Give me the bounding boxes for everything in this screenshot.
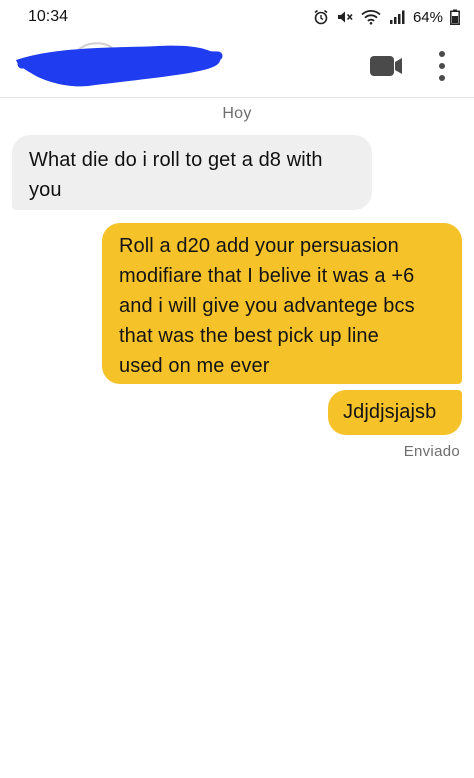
message-line: What die do i roll to get a d8 with <box>29 149 323 171</box>
battery-icon <box>450 9 460 25</box>
date-separator: Hoy <box>222 105 252 122</box>
message-line: modifiare that I belive it was a +6 <box>119 265 415 287</box>
wifi-icon <box>361 9 381 25</box>
sent-status: Enviado <box>403 443 460 460</box>
message-line: Roll a d20 add your persuasion <box>119 235 399 257</box>
outgoing-message-bubble[interactable]: Jdjdjsjajsb <box>328 390 462 435</box>
outgoing-message-bubble[interactable]: Roll a d20 add your persuasion modifiare… <box>102 223 462 384</box>
battery-percent: 64% <box>412 8 443 26</box>
chat-header <box>0 34 474 98</box>
message-line: that was the best pick up line <box>119 325 379 347</box>
more-options-icon <box>439 51 445 81</box>
status-bar: 10:34 64% <box>0 0 474 34</box>
status-time: 10:34 <box>28 8 69 25</box>
message-line: Jdjdjsjajsb <box>343 401 437 423</box>
video-call-icon <box>370 56 402 76</box>
contact-name-redaction <box>8 36 228 101</box>
alarm-icon <box>313 9 329 25</box>
message-line: you <box>29 179 62 201</box>
message-line: and i will give you advantege bcs <box>119 295 415 317</box>
video-call-button[interactable] <box>370 53 404 79</box>
status-icons: 64% <box>313 9 460 26</box>
message-line: used on me ever <box>119 355 270 377</box>
mute-icon <box>336 9 354 25</box>
incoming-message-bubble[interactable]: What die do i roll to get a d8 with you <box>12 135 372 210</box>
more-options-button[interactable] <box>432 48 452 84</box>
signal-icon <box>388 9 406 25</box>
